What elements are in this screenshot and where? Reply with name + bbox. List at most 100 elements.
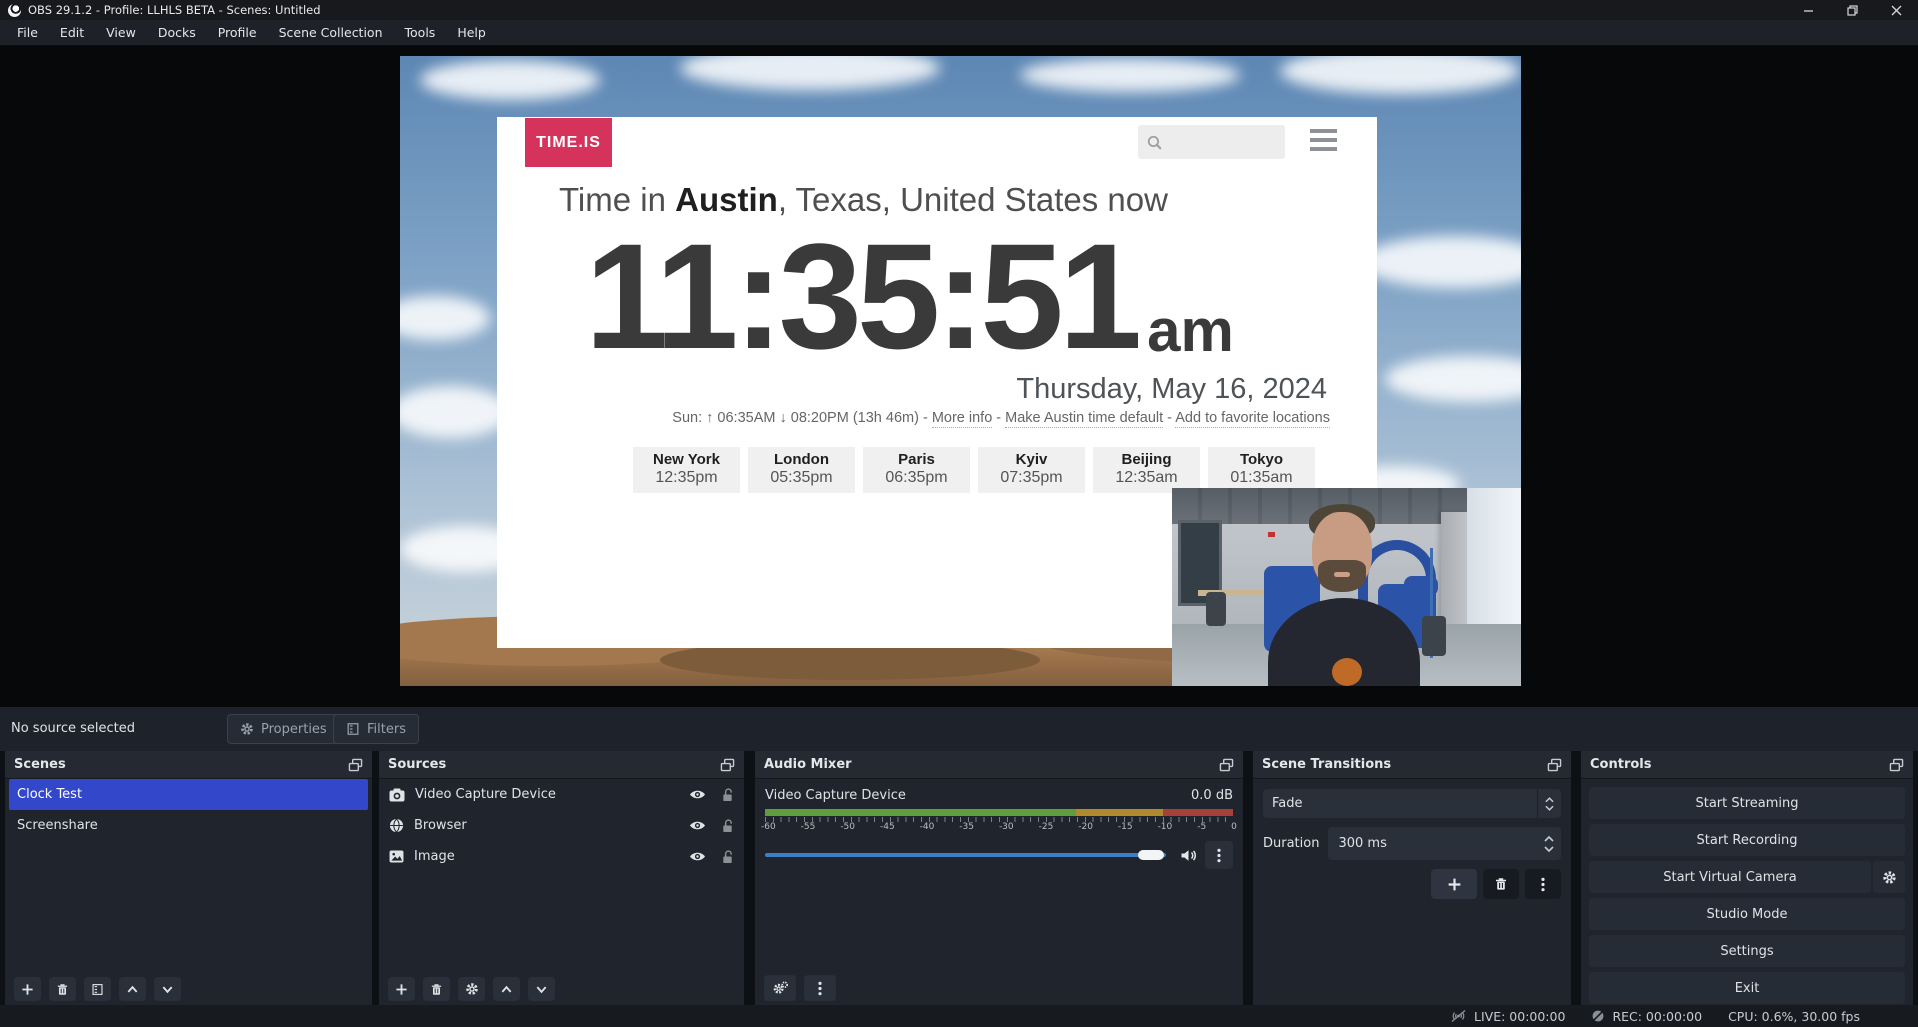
world-clock-tokyo: Tokyo01:35am bbox=[1208, 447, 1315, 493]
person-shirt-graphic bbox=[1332, 658, 1362, 686]
menu-bar: File Edit View Docks Profile Scene Colle… bbox=[0, 20, 1918, 46]
visibility-eye-icon[interactable] bbox=[689, 850, 706, 863]
hamburger-menu-icon bbox=[1310, 129, 1337, 151]
cloud bbox=[420, 60, 600, 100]
image-icon bbox=[389, 850, 404, 863]
scene-filters-button[interactable] bbox=[84, 977, 111, 1001]
maximize-button[interactable] bbox=[1830, 0, 1874, 20]
clock-time: 11:35:51 bbox=[585, 221, 1137, 371]
start-streaming-button[interactable]: Start Streaming bbox=[1589, 787, 1905, 819]
duration-label: Duration bbox=[1263, 836, 1319, 851]
duration-spinner-arrows[interactable] bbox=[1544, 836, 1561, 852]
scenes-title: Scenes bbox=[14, 757, 66, 772]
filter-icon bbox=[346, 722, 360, 736]
scene-item-screenshare[interactable]: Screenshare bbox=[9, 810, 368, 841]
add-source-button[interactable] bbox=[388, 977, 415, 1001]
sun-info-line: Sun: ↑ 06:35AM ↓ 08:20PM (13h 46m) - Mor… bbox=[672, 410, 1330, 426]
scene-up-button[interactable] bbox=[119, 977, 146, 1001]
source-item-browser[interactable]: Browser bbox=[379, 810, 744, 841]
scene-down-button[interactable] bbox=[154, 977, 181, 1001]
menu-view[interactable]: View bbox=[95, 21, 147, 44]
virtual-camera-settings-button[interactable] bbox=[1873, 861, 1905, 893]
visibility-eye-icon[interactable] bbox=[689, 788, 706, 801]
mixer-menu-button[interactable] bbox=[804, 975, 836, 1001]
controls-dock: Controls Start Streaming Start Recording… bbox=[1581, 751, 1913, 1005]
menu-edit[interactable]: Edit bbox=[49, 21, 95, 44]
rec-status: REC: 00:00:00 bbox=[1591, 1009, 1702, 1024]
unlock-icon[interactable] bbox=[721, 788, 734, 802]
settings-button[interactable]: Settings bbox=[1589, 935, 1905, 967]
source-item-video-capture[interactable]: Video Capture Device bbox=[379, 779, 744, 810]
scenes-dock: Scenes Clock Test Screenshare bbox=[5, 751, 372, 1005]
menu-scene-collection[interactable]: Scene Collection bbox=[268, 21, 394, 44]
scene-transitions-title: Scene Transitions bbox=[1262, 757, 1391, 772]
exit-button[interactable]: Exit bbox=[1589, 972, 1905, 1004]
menu-profile[interactable]: Profile bbox=[207, 21, 268, 44]
obs-window: OBS 29.1.2 - Profile: LLHLS BETA - Scene… bbox=[0, 0, 1918, 1027]
popout-icon[interactable] bbox=[1547, 758, 1562, 772]
remove-source-button[interactable] bbox=[423, 977, 450, 1001]
minimize-button[interactable] bbox=[1786, 0, 1830, 20]
cloud bbox=[400, 386, 510, 438]
start-recording-button[interactable]: Start Recording bbox=[1589, 824, 1905, 856]
remove-transition-button[interactable] bbox=[1483, 869, 1519, 899]
popout-icon[interactable] bbox=[1889, 758, 1904, 772]
close-button[interactable] bbox=[1874, 0, 1918, 20]
source-down-button[interactable] bbox=[528, 977, 555, 1001]
scene-transitions-dock: Scene Transitions Fade Duration 300 ms bbox=[1253, 751, 1571, 1005]
unlock-icon[interactable] bbox=[721, 819, 734, 833]
start-virtual-camera-button[interactable]: Start Virtual Camera bbox=[1589, 861, 1871, 893]
studio-mode-button[interactable]: Studio Mode bbox=[1589, 898, 1905, 930]
webcam-source bbox=[1172, 488, 1521, 686]
menu-tools[interactable]: Tools bbox=[394, 21, 447, 44]
timeis-clock: 11:35:51 am bbox=[585, 221, 1234, 371]
source-properties-button[interactable] bbox=[458, 977, 485, 1001]
timeis-date: Thursday, May 16, 2024 bbox=[1016, 373, 1327, 406]
cpu-fps-status: CPU: 0.6%, 30.00 fps bbox=[1728, 1009, 1860, 1024]
advanced-audio-button[interactable] bbox=[764, 975, 796, 1001]
meter-tick-labels: -60-55-50-45-40-35-30-25-20-15-10-50 bbox=[761, 822, 1237, 832]
source-item-image[interactable]: Image bbox=[379, 841, 744, 872]
cloud bbox=[400, 296, 490, 340]
mixer-channel-name: Video Capture Device bbox=[765, 788, 906, 803]
camera-icon bbox=[389, 788, 405, 802]
gear-icon bbox=[1882, 870, 1897, 885]
unlock-icon[interactable] bbox=[721, 850, 734, 864]
transition-properties-button[interactable] bbox=[1525, 869, 1561, 899]
popout-icon[interactable] bbox=[348, 758, 363, 772]
add-scene-button[interactable] bbox=[14, 977, 41, 1001]
popout-icon[interactable] bbox=[720, 758, 735, 772]
globe-icon bbox=[389, 818, 404, 833]
audio-mixer-dock: Audio Mixer Video Capture Device 0.0 dB … bbox=[755, 751, 1243, 1005]
preview-canvas[interactable]: TIME.IS Time in Austin, Texas, United St… bbox=[400, 56, 1521, 686]
remove-scene-button[interactable] bbox=[49, 977, 76, 1001]
volume-slider-handle[interactable] bbox=[1138, 850, 1164, 860]
timeis-logo: TIME.IS bbox=[525, 118, 612, 167]
filters-button[interactable]: Filters bbox=[333, 714, 419, 744]
speaker-icon[interactable] bbox=[1180, 848, 1197, 863]
transition-select[interactable]: Fade bbox=[1263, 789, 1561, 818]
volume-slider[interactable] bbox=[765, 847, 1172, 863]
add-transition-button[interactable] bbox=[1431, 869, 1477, 899]
live-status: LIVE: 00:00:00 bbox=[1450, 1009, 1565, 1024]
sources-dock: Sources Video Capture Device Browser bbox=[379, 751, 744, 1005]
transition-select-arrows[interactable] bbox=[1537, 789, 1561, 818]
duration-input[interactable]: 300 ms bbox=[1328, 827, 1561, 860]
menu-docks[interactable]: Docks bbox=[147, 21, 207, 44]
scene-item-clock-test[interactable]: Clock Test bbox=[9, 779, 368, 810]
menu-help[interactable]: Help bbox=[446, 21, 497, 44]
popout-icon[interactable] bbox=[1219, 758, 1234, 772]
properties-button[interactable]: Properties bbox=[227, 714, 340, 744]
source-up-button[interactable] bbox=[493, 977, 520, 1001]
visibility-eye-icon[interactable] bbox=[689, 819, 706, 832]
cloud bbox=[1280, 56, 1520, 94]
mixer-level-db: 0.0 dB bbox=[1191, 788, 1233, 803]
world-clock-newyork: New York12:35pm bbox=[633, 447, 740, 493]
search-icon bbox=[1146, 134, 1163, 151]
mixer-channel-menu-button[interactable] bbox=[1205, 841, 1233, 869]
clock-ampm: am bbox=[1147, 301, 1234, 361]
add-favorite-link: Add to favorite locations bbox=[1175, 410, 1330, 428]
record-inactive-icon bbox=[1591, 1009, 1605, 1023]
world-clock-paris: Paris06:35pm bbox=[863, 447, 970, 493]
menu-file[interactable]: File bbox=[6, 21, 49, 44]
